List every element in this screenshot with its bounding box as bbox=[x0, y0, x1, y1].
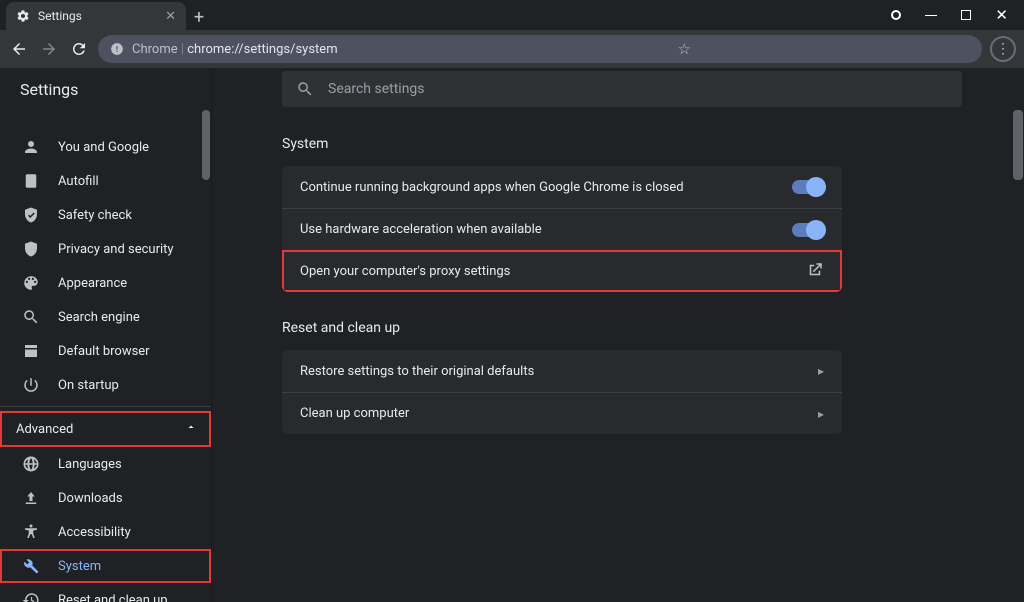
sidebar-item-label: Privacy and security bbox=[58, 242, 174, 257]
record-icon bbox=[891, 10, 901, 20]
sidebar-item-label: Safety check bbox=[58, 208, 132, 223]
sidebar-divider bbox=[0, 406, 211, 407]
back-button[interactable] bbox=[8, 40, 30, 58]
sidebar-item-downloads[interactable]: Downloads bbox=[0, 481, 211, 515]
sidebar-item-languages[interactable]: Languages bbox=[0, 447, 211, 481]
row-label: Open your computer's proxy settings bbox=[300, 264, 510, 279]
page-title: Settings bbox=[0, 68, 211, 110]
sidebar-item-accessibility[interactable]: Accessibility bbox=[0, 515, 211, 549]
sidebar-item-search-engine[interactable]: Search engine bbox=[0, 300, 211, 334]
chevron-up-icon bbox=[185, 421, 197, 437]
sidebar-scrollbar-thumb[interactable] bbox=[202, 110, 210, 180]
row-label: Use hardware acceleration when available bbox=[300, 222, 542, 237]
person-icon bbox=[22, 138, 40, 156]
minimize-button[interactable] bbox=[925, 15, 937, 16]
wrench-icon bbox=[22, 557, 40, 575]
external-link-icon bbox=[806, 261, 824, 283]
globe-icon bbox=[22, 455, 40, 473]
search-row bbox=[212, 68, 1024, 110]
sidebar-item-label: You and Google bbox=[58, 140, 149, 155]
sidebar-item-appearance[interactable]: Appearance bbox=[0, 266, 211, 300]
sidebar-item-label: Reset and clean up bbox=[58, 593, 168, 602]
row-restore-defaults[interactable]: Restore settings to their original defau… bbox=[282, 350, 842, 392]
sidebar-item-label: Downloads bbox=[58, 491, 123, 506]
address-bar[interactable]: Chrome | chrome://settings/system ☆ bbox=[98, 35, 982, 63]
sidebar-group-label: Advanced bbox=[16, 422, 73, 437]
system-card: Continue running background apps when Go… bbox=[282, 166, 842, 292]
row-background-apps: Continue running background apps when Go… bbox=[282, 166, 842, 208]
search-input[interactable] bbox=[328, 81, 948, 97]
reload-button[interactable] bbox=[68, 40, 90, 58]
row-hardware-acceleration: Use hardware acceleration when available bbox=[282, 208, 842, 250]
row-label: Restore settings to their original defau… bbox=[300, 364, 534, 379]
section-system: System Continue running background apps … bbox=[282, 136, 842, 292]
main-content: System Continue running background apps … bbox=[212, 68, 1024, 602]
accessibility-icon bbox=[22, 523, 40, 541]
browser-toolbar: Chrome | chrome://settings/system ☆ ⋮ bbox=[0, 30, 1024, 68]
settings-content: System Continue running background apps … bbox=[212, 110, 1024, 602]
restore-icon bbox=[22, 591, 40, 602]
row-clean-up-computer[interactable]: Clean up computer ▸ bbox=[282, 392, 842, 434]
bookmark-star-icon[interactable]: ☆ bbox=[678, 40, 691, 58]
shield-icon bbox=[22, 240, 40, 258]
sidebar-item-label: Search engine bbox=[58, 310, 140, 325]
titlebar: Settings ✕ + ✕ bbox=[0, 0, 1024, 30]
chevron-right-icon: ▸ bbox=[818, 364, 824, 378]
search-settings-box[interactable] bbox=[282, 71, 962, 107]
sidebar-item-label: Default browser bbox=[58, 344, 150, 359]
forward-button[interactable] bbox=[38, 40, 60, 58]
new-tab-button[interactable]: + bbox=[186, 4, 212, 30]
sidebar-item-label: Accessibility bbox=[58, 525, 131, 540]
shield-check-icon bbox=[22, 206, 40, 224]
power-icon bbox=[22, 376, 40, 394]
sidebar-item-label: Autofill bbox=[58, 174, 99, 189]
sidebar-item-on-startup[interactable]: On startup bbox=[0, 368, 211, 402]
browser-tab[interactable]: Settings ✕ bbox=[6, 2, 186, 30]
toggle-background-apps[interactable] bbox=[792, 180, 824, 194]
maximize-button[interactable] bbox=[961, 10, 971, 20]
sidebar-item-label: On startup bbox=[58, 378, 119, 393]
window-controls: ✕ bbox=[891, 0, 1024, 30]
close-window-button[interactable]: ✕ bbox=[995, 6, 1008, 24]
site-info-icon[interactable] bbox=[110, 42, 124, 56]
sidebar-nav: You and Google Autofill Safety check Pri… bbox=[0, 110, 211, 602]
sidebar-item-system[interactable]: System bbox=[0, 549, 211, 583]
clipboard-icon bbox=[22, 172, 40, 190]
search-icon bbox=[22, 308, 40, 326]
sidebar-item-label: Languages bbox=[58, 457, 122, 472]
sidebar-item-autofill[interactable]: Autofill bbox=[0, 164, 211, 198]
sidebar-item-safety-check[interactable]: Safety check bbox=[0, 198, 211, 232]
sidebar: Settings You and Google Autofill Safety … bbox=[0, 68, 212, 602]
settings-page: Settings You and Google Autofill Safety … bbox=[0, 68, 1024, 602]
sidebar-item-privacy[interactable]: Privacy and security bbox=[0, 232, 211, 266]
sidebar-group-advanced[interactable]: Advanced bbox=[0, 411, 211, 447]
sidebar-item-default-browser[interactable]: Default browser bbox=[0, 334, 211, 368]
sidebar-scroll[interactable]: You and Google Autofill Safety check Pri… bbox=[0, 110, 211, 602]
browser-icon bbox=[22, 342, 40, 360]
browser-menu-button[interactable]: ⋮ bbox=[990, 36, 1016, 62]
palette-icon bbox=[22, 274, 40, 292]
main-scrollbar-thumb[interactable] bbox=[1013, 110, 1023, 180]
tab-title: Settings bbox=[38, 9, 82, 23]
sidebar-item-label: System bbox=[58, 559, 101, 574]
row-label: Clean up computer bbox=[300, 406, 409, 421]
gear-icon bbox=[16, 9, 30, 23]
search-icon bbox=[296, 80, 314, 98]
row-label: Continue running background apps when Go… bbox=[300, 180, 684, 195]
sidebar-item-you-and-google[interactable]: You and Google bbox=[0, 130, 211, 164]
toggle-hardware-acceleration[interactable] bbox=[792, 223, 824, 237]
section-title: System bbox=[282, 136, 842, 152]
close-tab-icon[interactable]: ✕ bbox=[165, 10, 176, 23]
row-proxy-settings[interactable]: Open your computer's proxy settings bbox=[282, 250, 842, 292]
section-reset: Reset and clean up Restore settings to t… bbox=[282, 320, 842, 434]
url-text: Chrome | chrome://settings/system bbox=[132, 42, 670, 57]
download-icon bbox=[22, 489, 40, 507]
reset-card: Restore settings to their original defau… bbox=[282, 350, 842, 434]
section-title: Reset and clean up bbox=[282, 320, 842, 336]
sidebar-item-label: Appearance bbox=[58, 276, 127, 291]
sidebar-item-reset[interactable]: Reset and clean up bbox=[0, 583, 211, 602]
chevron-right-icon: ▸ bbox=[818, 407, 824, 421]
